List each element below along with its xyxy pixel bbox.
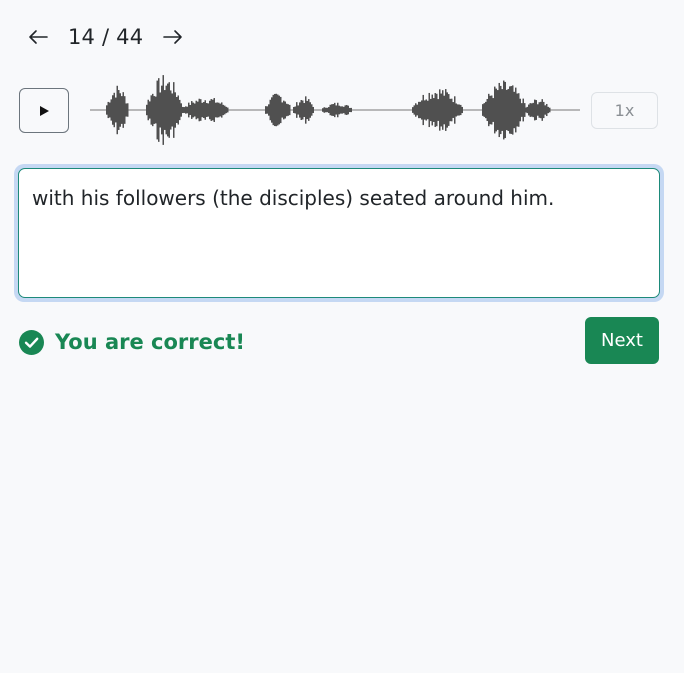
play-button[interactable] — [19, 88, 69, 133]
arrow-left-icon[interactable] — [26, 22, 50, 52]
next-button[interactable]: Next — [585, 317, 659, 364]
arrow-right-icon[interactable] — [161, 22, 185, 52]
answer-focus-ring: with his followers (the disciples) seate… — [14, 164, 664, 302]
audio-waveform[interactable] — [90, 70, 580, 150]
answer-input[interactable]: with his followers (the disciples) seate… — [18, 168, 660, 298]
dictation-exercise: 14 / 44 1x with his followers (the disci… — [0, 0, 684, 673]
pager: 14 / 44 — [26, 22, 185, 52]
play-icon — [40, 105, 49, 116]
playback-speed-button[interactable]: 1x — [591, 92, 658, 129]
result-message: You are correct! — [55, 330, 245, 354]
check-circle-icon — [19, 329, 44, 355]
page-counter: 14 / 44 — [68, 25, 144, 49]
result-feedback: You are correct! — [19, 328, 245, 356]
